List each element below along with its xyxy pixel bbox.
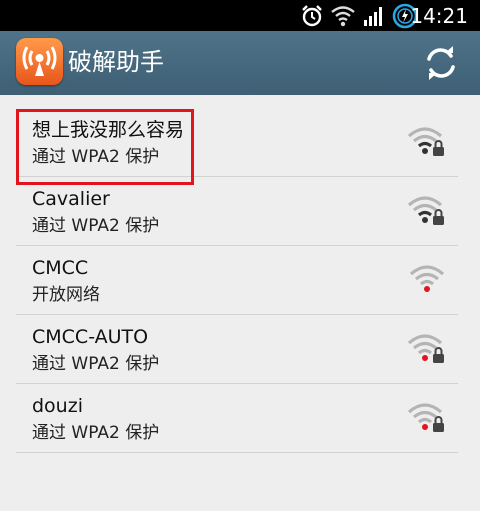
cell-signal-icon	[364, 7, 382, 26]
network-security: 通过 WPA2 保护	[32, 423, 160, 443]
wifi-locked-icon	[407, 196, 444, 225]
app-title: 破解助手	[68, 48, 164, 76]
highlight-box	[16, 109, 194, 185]
network-security: 开放网络	[32, 285, 100, 305]
network-ssid: Cavalier	[32, 188, 110, 210]
network-ssid: CMCC	[32, 257, 89, 279]
wifi-open-icon	[409, 265, 445, 292]
network-security: 通过 WPA2 保护	[32, 216, 160, 236]
network-ssid: CMCC-AUTO	[32, 326, 149, 348]
radio-tower-icon	[22, 46, 57, 76]
wifi-locked-icon	[407, 403, 444, 432]
action-bar: 破解助手	[0, 31, 480, 95]
status-icons	[300, 3, 418, 29]
alarm-icon	[302, 5, 322, 27]
network-item[interactable]: douzi 通过 WPA2 保护	[16, 384, 458, 453]
status-time: 14:21	[410, 4, 468, 28]
wifi-signal-icon	[331, 6, 355, 27]
network-item[interactable]: CMCC 开放网络	[16, 246, 458, 315]
network-ssid: douzi	[32, 395, 83, 417]
app-icon[interactable]	[16, 38, 63, 85]
refresh-icon[interactable]	[421, 43, 461, 83]
wifi-locked-icon	[407, 127, 444, 156]
wifi-locked-icon	[407, 334, 444, 363]
status-bar: 14:21	[0, 0, 480, 31]
network-item[interactable]: CMCC-AUTO 通过 WPA2 保护	[16, 315, 458, 384]
network-item[interactable]: Cavalier 通过 WPA2 保护	[16, 177, 458, 246]
network-security: 通过 WPA2 保护	[32, 354, 160, 374]
